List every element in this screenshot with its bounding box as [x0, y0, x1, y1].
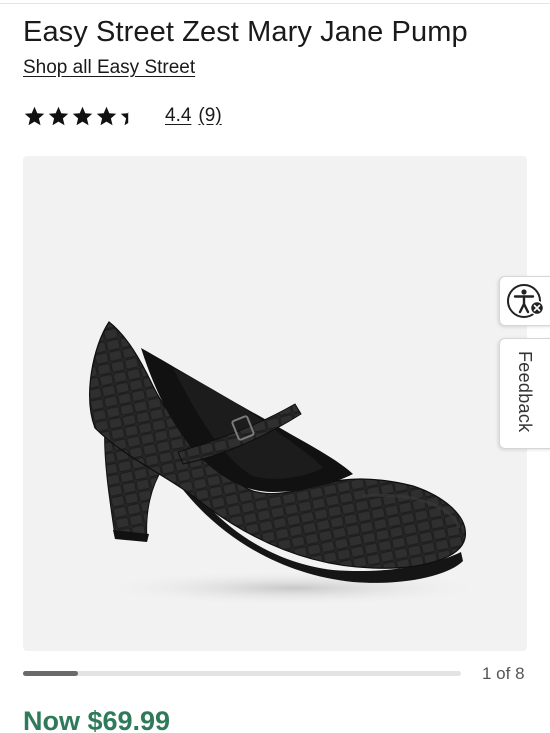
rating-value[interactable]: 4.4	[165, 105, 191, 127]
star-icon	[96, 106, 117, 126]
carousel-progress-fill	[23, 671, 78, 676]
product-image[interactable]	[23, 156, 527, 651]
accessibility-button[interactable]	[499, 276, 550, 326]
review-count-link[interactable]: (9)	[198, 105, 221, 127]
top-divider	[0, 0, 550, 4]
rating-row[interactable]: 4.4 (9)	[23, 103, 222, 129]
star-icon	[24, 106, 45, 126]
star-rating	[23, 105, 143, 127]
star-icon	[72, 106, 93, 126]
carousel-progress-bar	[23, 671, 461, 676]
shoe-illustration	[89, 321, 493, 606]
product-price: Now $69.99	[23, 706, 171, 733]
shop-brand-link[interactable]: Shop all Easy Street	[23, 57, 195, 79]
carousel-page-indicator: 1 of 8	[482, 664, 525, 683]
accessibility-icon	[507, 284, 545, 318]
star-icon	[48, 106, 69, 126]
feedback-tab[interactable]: Feedback	[499, 338, 550, 449]
product-title: Easy Street Zest Mary Jane Pump	[23, 16, 468, 48]
star-icon	[120, 112, 129, 126]
feedback-label: Feedback	[515, 351, 535, 433]
